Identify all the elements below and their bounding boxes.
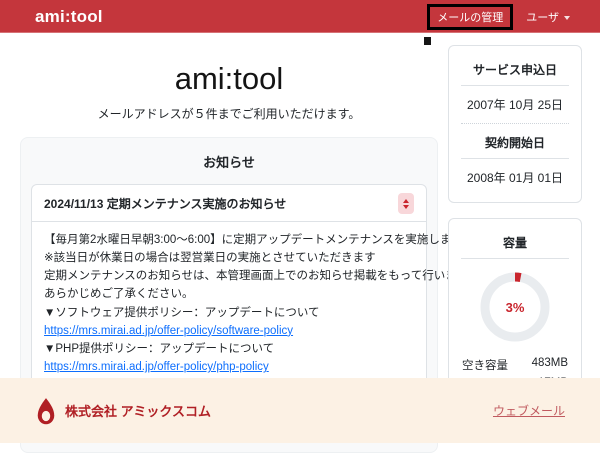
capacity-donut-chart: 3% xyxy=(477,269,553,345)
company-name: 株式会社 アミックスコム xyxy=(65,401,211,420)
notice-panel-title: お知らせ xyxy=(31,152,427,171)
divider xyxy=(461,85,569,86)
dates-card: サービス申込日 2007年 10月 25日 契約開始日 2008年 01月 01… xyxy=(448,45,582,203)
free-capacity-label: 空き容量 xyxy=(462,357,508,373)
chevron-down-icon xyxy=(564,16,570,20)
capacity-row-free: 空き容量 483MB xyxy=(461,355,569,375)
free-capacity-value: 483MB xyxy=(532,357,568,373)
policy-php-link[interactable]: https://mrs.mirai.ad.jp/offer-policy/php… xyxy=(44,361,269,373)
divider xyxy=(461,258,569,259)
notice-line: ※該当日が休業日の場合は翌営業日の実施とさせていただきます xyxy=(44,249,414,267)
header-nav: メールの管理 ユーザ xyxy=(427,4,570,30)
policy-php-label: ▼PHP提供ポリシー：アップデートについて xyxy=(44,340,414,358)
nav-mail-management[interactable]: メールの管理 xyxy=(427,4,513,30)
notice-item-header[interactable]: 2024/11/13 定期メンテナンス実施のお知らせ xyxy=(32,185,426,221)
page-title: ami:tool xyxy=(20,61,438,97)
brand-logo[interactable]: ami:tool xyxy=(35,7,103,27)
notice-item-title: 2024/11/13 定期メンテナンス実施のお知らせ xyxy=(44,195,286,212)
company-logo-icon xyxy=(35,397,57,425)
dotted-divider xyxy=(461,123,569,124)
mouse-cursor-artifact xyxy=(424,37,431,45)
app-footer: 株式会社 アミックスコム ウェブメール xyxy=(0,378,600,443)
policy-software-label: ▼ソフトウェア提供ポリシー：アップデートについて xyxy=(44,304,414,322)
service-apply-date-label: サービス申込日 xyxy=(461,56,569,85)
page-subtitle: メールアドレスが５件までご利用いただけます。 xyxy=(20,105,438,122)
service-apply-date-value: 2007年 10月 25日 xyxy=(461,91,569,117)
notice-line: 定期メンテナンスのお知らせは、本管理画面上でのお知らせ掲載をもって行います。 xyxy=(44,267,414,285)
capacity-percent-label: 3% xyxy=(477,269,553,345)
contract-start-date-value: 2008年 01月 01日 xyxy=(461,164,569,190)
policy-software-link[interactable]: https://mrs.mirai.ad.jp/offer-policy/sof… xyxy=(44,325,293,337)
company-brand: 株式会社 アミックスコム xyxy=(35,397,211,425)
capacity-title: 容量 xyxy=(461,229,569,258)
caret-down-icon xyxy=(403,205,409,209)
notice-line: あらかじめご了承ください。 xyxy=(44,285,414,303)
app-header: ami:tool メールの管理 ユーザ xyxy=(0,0,600,33)
contract-start-date-label: 契約開始日 xyxy=(461,129,569,158)
webmail-link[interactable]: ウェブメール xyxy=(493,402,565,419)
caret-up-icon xyxy=(403,199,409,203)
expand-collapse-icon[interactable] xyxy=(398,193,414,214)
nav-user-menu[interactable]: ユーザ xyxy=(526,9,570,25)
notice-line: 【毎月第2水曜日早朝3:00～6:00】に定期アップデートメンテナンスを実施しま… xyxy=(44,231,414,249)
nav-user-label: ユーザ xyxy=(526,12,559,24)
divider xyxy=(461,158,569,159)
